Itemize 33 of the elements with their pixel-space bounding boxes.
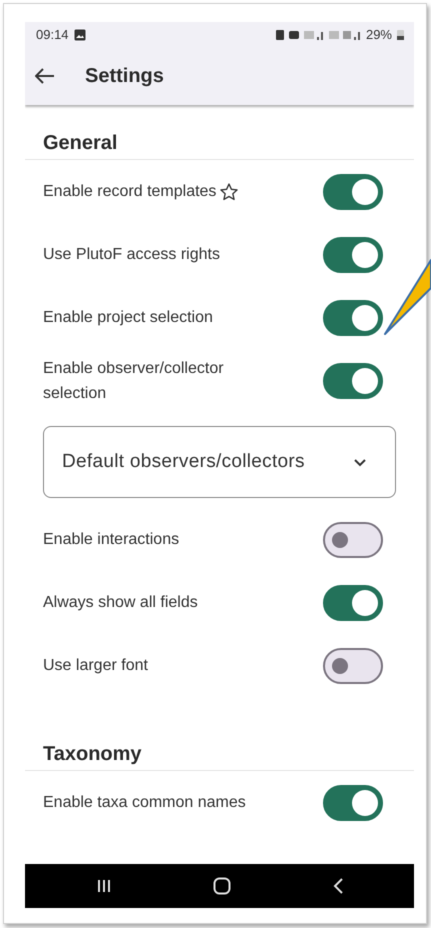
setting-label: Enable observer/collector selection	[43, 358, 225, 404]
notification-icon	[276, 30, 284, 40]
toggle-switch[interactable]	[323, 584, 383, 620]
toggle-switch[interactable]	[323, 522, 383, 558]
battery-icon	[397, 29, 404, 40]
toggle-switch[interactable]	[323, 362, 383, 398]
battery-percent: 29%	[366, 27, 392, 42]
alarm-icon	[288, 30, 299, 38]
setting-label: Enable taxa common names	[43, 793, 246, 813]
toggle-switch[interactable]	[323, 236, 383, 272]
toggle-switch[interactable]	[323, 300, 383, 336]
home-icon[interactable]	[212, 877, 230, 895]
toggle-switch[interactable]	[323, 784, 383, 820]
signal-icon	[304, 30, 324, 40]
recent-apps-icon[interactable]	[96, 878, 112, 894]
setting-label: Enable record templates	[43, 182, 216, 202]
toggle-switch[interactable]	[323, 174, 383, 210]
setting-label: Always show all fields	[43, 593, 198, 613]
setting-label: Enable interactions	[43, 530, 180, 550]
back-arrow-icon[interactable]	[35, 68, 55, 84]
back-icon[interactable]	[332, 877, 344, 895]
setting-label: Enable project selection	[43, 308, 213, 328]
signal-icon	[328, 30, 361, 40]
image-icon	[74, 28, 86, 40]
status-time: 09:14	[36, 27, 69, 42]
setting-label: Use PlutoF access rights	[43, 245, 220, 265]
page-title: Settings	[85, 64, 164, 88]
section-header: General	[25, 105, 414, 160]
toggle-switch[interactable]	[323, 648, 383, 684]
observers-dropdown[interactable]: Default observers/collectors	[43, 426, 396, 498]
setting-label: Use larger font	[43, 656, 148, 676]
chevron-down-icon	[353, 458, 367, 466]
section-header: Taxonomy	[25, 697, 414, 771]
